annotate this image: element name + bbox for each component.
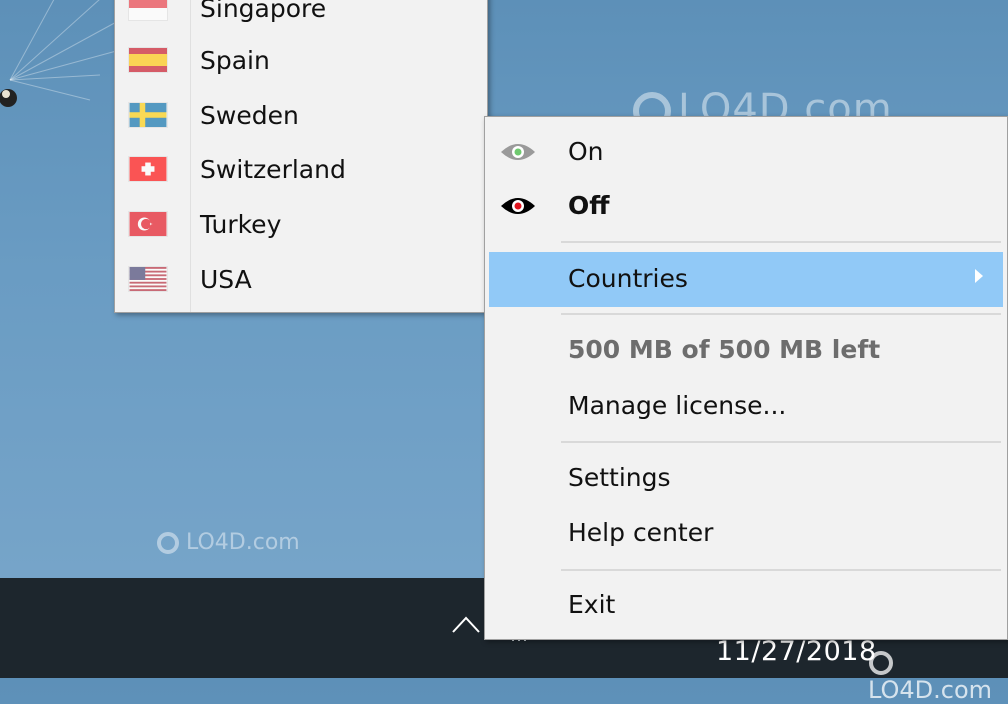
menu-item-label: Exit <box>568 590 616 619</box>
watermark-middle: LO4D.com <box>156 530 300 555</box>
eye-off-icon <box>501 198 535 214</box>
turkey-flag-icon <box>128 211 168 237</box>
country-item-turkey[interactable]: Turkey <box>115 199 487 249</box>
singapore-flag-icon <box>128 0 168 21</box>
menu-item-label: Manage license... <box>568 391 787 420</box>
country-item-spain[interactable]: Spain <box>115 35 487 85</box>
menu-item-data-left: 500 MB of 500 MB left <box>485 325 1007 375</box>
country-label: Singapore <box>200 0 327 23</box>
sweden-flag-icon <box>128 102 168 128</box>
menu-item-off[interactable]: Off <box>485 181 1007 231</box>
menu-item-help-center[interactable]: Help center <box>485 508 1007 558</box>
submenu-arrow-icon <box>975 269 983 283</box>
usa-flag-icon <box>128 266 168 292</box>
menu-separator <box>561 313 1001 315</box>
menu-separator <box>561 441 1001 443</box>
country-item-sweden[interactable]: Sweden <box>115 90 487 140</box>
menu-separator <box>561 241 1001 243</box>
menu-item-label: On <box>568 137 604 166</box>
menu-item-settings[interactable]: Settings <box>485 453 1007 503</box>
taskbar-date[interactable]: 11/27/2018 <box>716 636 877 667</box>
country-item-usa[interactable]: USA <box>115 254 487 304</box>
menu-item-label: Settings <box>568 463 671 492</box>
eye-on-icon <box>501 144 535 160</box>
watermark-bottom: LO4D.com <box>868 648 1008 704</box>
watermark-middle-text: LO4D.com <box>186 530 300 555</box>
menu-item-label: Off <box>568 191 610 220</box>
show-hidden-icons-chevron-icon[interactable] <box>451 612 481 638</box>
country-label: Turkey <box>200 209 282 239</box>
menu-item-label: Countries <box>568 264 688 293</box>
country-item-singapore[interactable]: Singapore <box>115 0 487 33</box>
menu-item-manage-license[interactable]: Manage license... <box>485 381 1007 431</box>
countries-submenu: Singapore Spain Sweden Switzerland Turke… <box>114 0 488 313</box>
menu-item-countries[interactable]: Countries <box>489 252 1003 307</box>
country-label: USA <box>200 264 252 294</box>
country-label: Switzerland <box>200 154 346 184</box>
menu-item-on[interactable]: On <box>485 127 1007 177</box>
spain-flag-icon <box>128 47 168 73</box>
tray-context-menu: On Off Countries 500 MB of 500 MB left M… <box>484 116 1008 640</box>
country-label: Spain <box>200 45 270 75</box>
menu-item-label: Help center <box>568 518 714 547</box>
menu-separator <box>561 569 1001 571</box>
country-item-switzerland[interactable]: Switzerland <box>115 144 487 194</box>
watermark-bottom-text: LO4D.com <box>868 676 993 704</box>
menu-item-exit[interactable]: Exit <box>485 580 1007 630</box>
data-left-label: 500 MB of 500 MB left <box>568 335 881 364</box>
lo4d-logo-icon <box>157 532 179 554</box>
country-label: Sweden <box>200 100 299 130</box>
switzerland-flag-icon <box>128 156 168 182</box>
lo4d-logo-icon <box>869 651 893 675</box>
